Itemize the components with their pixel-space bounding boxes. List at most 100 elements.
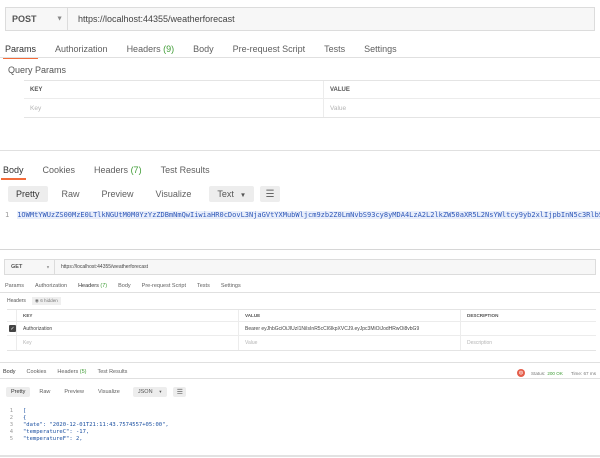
tab-settings[interactable]: Settings: [364, 44, 397, 54]
view-visualize-button[interactable]: Visualize: [148, 186, 200, 202]
tab-label: Settings: [364, 44, 397, 54]
tab-pre-request-script[interactable]: Pre-request Script: [233, 44, 306, 54]
tab-count-badge: (7): [98, 283, 108, 289]
panel-divider: [0, 150, 600, 151]
headers-label: Headers: [7, 298, 26, 304]
request-tabs: Params Authorization Headers (7) Body Pre-re…: [5, 283, 595, 293]
format-select[interactable]: JSON ▼: [132, 387, 168, 397]
tab-headers[interactable]: Headers (9): [127, 44, 175, 54]
tab-headers[interactable]: Headers (7): [94, 165, 142, 175]
tab-authorization[interactable]: Authorization: [55, 44, 108, 54]
response-status: ◍ Status: 200 OK Time: 67 ms: [517, 369, 596, 377]
wrap-lines-icon[interactable]: ☰: [173, 387, 187, 397]
tab-label: Cookies: [26, 369, 47, 375]
code-line: 5 "temperatureF": 2,: [5, 436, 600, 442]
tab-tests[interactable]: Tests: [197, 283, 210, 289]
value-column-header: VALUE: [239, 310, 461, 321]
value-input[interactable]: Value: [239, 336, 461, 350]
tab-label: Body: [3, 165, 24, 175]
tabs-divider: [0, 292, 600, 293]
tab-body[interactable]: Body: [193, 44, 214, 54]
view-raw-button[interactable]: Raw: [54, 186, 88, 202]
format-select[interactable]: Text ▼: [209, 186, 255, 202]
code-text: [: [23, 408, 27, 414]
tab-authorization[interactable]: Authorization: [35, 283, 67, 289]
tab-settings[interactable]: Settings: [221, 283, 241, 289]
tab-count-badge: (9): [160, 44, 175, 54]
headers-section: Headers ◉ 6 hidden: [7, 297, 61, 305]
status-value: 200 OK: [547, 370, 563, 376]
line-number: 5: [9, 436, 13, 442]
response-tabs: Body Cookies Headers (7) Test Results: [1, 165, 595, 180]
checkbox-column: [7, 310, 17, 321]
globe-icon[interactable]: ◍: [517, 369, 525, 377]
tab-cookies[interactable]: Cookies: [27, 369, 47, 375]
method-label: GET: [11, 264, 23, 270]
tab-label: Body: [118, 283, 131, 289]
tab-label: Pre-request Script: [141, 283, 186, 289]
value-input[interactable]: Value: [324, 99, 600, 117]
tab-test-results[interactable]: Test Results: [161, 165, 210, 175]
tab-test-results[interactable]: Test Results: [97, 369, 127, 375]
key-column-header: KEY: [24, 81, 324, 98]
request-tabs: Params Authorization Headers (9) Body Pre-re…: [2, 44, 595, 59]
tab-label: Params: [5, 283, 24, 289]
chevron-down-icon: ▼: [158, 390, 163, 394]
key-input[interactable]: Key: [17, 336, 239, 350]
response-token-text: 1OWMtYWUzZS00MzE0LTlkNGUtM0M0YzYzZDBmNmQ…: [17, 211, 600, 219]
method-select[interactable]: GET ▼: [5, 260, 55, 274]
query-params-label: Query Params: [8, 65, 67, 75]
view-pretty-button[interactable]: Pretty: [8, 186, 48, 202]
key-input[interactable]: Key: [24, 99, 324, 117]
tab-label: Body: [3, 369, 16, 375]
description-column-header: DESCRIPTION: [467, 313, 499, 318]
response-body-line: 1 1OWMtYWUzZS00MzE0LTlkNGUtM0M0YzYzZDBmN…: [5, 211, 600, 219]
tab-label: Headers: [94, 165, 129, 175]
tab-params[interactable]: Params: [2, 44, 39, 59]
tabs-divider: [0, 57, 600, 58]
tab-body[interactable]: Body: [118, 283, 131, 289]
tab-pre-request-script[interactable]: Pre-request Script: [142, 283, 186, 289]
response-toolbar: Pretty Raw Preview Visualize JSON ▼ ☰: [6, 387, 187, 397]
description-input[interactable]: Description: [461, 336, 596, 350]
response-tabs: Body Cookies Headers (5) Test Results: [1, 369, 595, 379]
tab-label: Authorization: [34, 283, 68, 289]
tab-body[interactable]: Body: [1, 165, 25, 180]
line-number: 1: [9, 408, 13, 414]
tab-body[interactable]: Body: [1, 369, 18, 379]
view-visualize-button[interactable]: Visualize: [93, 387, 125, 397]
tab-tests[interactable]: Tests: [324, 44, 345, 54]
headers-table: KEY VALUE DESCRIPTION ✓ Authorization Be…: [7, 309, 596, 351]
row-checkbox-cell: [7, 336, 17, 350]
header-key[interactable]: Authorization: [17, 322, 239, 335]
url-input[interactable]: https://localhost:44355/weatherforecast: [55, 264, 148, 270]
tab-label: Params: [5, 44, 37, 54]
tab-headers[interactable]: Headers (5): [57, 369, 86, 375]
header-value[interactable]: Bearer eyJhbGciOiJIUzI1NiIsInR5cCI6IkpXV…: [239, 322, 461, 335]
tab-headers[interactable]: Headers (7): [76, 283, 110, 293]
postman-get-request-panel: GET ▼ https://localhost:44355/weatherfor…: [0, 249, 600, 458]
line-number: 2: [9, 415, 13, 421]
tab-label: Body: [193, 44, 214, 54]
url-input[interactable]: https://localhost:44355/weatherforecast: [68, 14, 235, 24]
code-line: 1[: [5, 408, 600, 414]
view-preview-button[interactable]: Preview: [94, 186, 142, 202]
tab-label: Headers: [126, 44, 161, 54]
check-icon[interactable]: ✓: [9, 325, 16, 332]
table-row: Key Value Description: [7, 336, 596, 350]
header-description[interactable]: [461, 322, 596, 335]
wrap-lines-icon[interactable]: ☰: [260, 186, 281, 202]
tab-label: Test Results: [97, 369, 128, 375]
method-select[interactable]: POST ▼: [6, 8, 68, 30]
view-preview-button[interactable]: Preview: [59, 387, 89, 397]
hidden-headers-toggle[interactable]: ◉ 6 hidden: [31, 297, 61, 305]
line-number: 4: [9, 429, 13, 435]
view-pretty-button[interactable]: Pretty: [6, 387, 31, 397]
line-number: 1: [5, 211, 10, 219]
method-label: POST: [12, 14, 37, 24]
view-raw-button[interactable]: Raw: [34, 387, 55, 397]
tab-cookies[interactable]: Cookies: [43, 165, 76, 175]
tab-params[interactable]: Params: [5, 283, 24, 289]
tab-label: Tests: [324, 44, 346, 54]
format-label: Text: [217, 189, 234, 199]
